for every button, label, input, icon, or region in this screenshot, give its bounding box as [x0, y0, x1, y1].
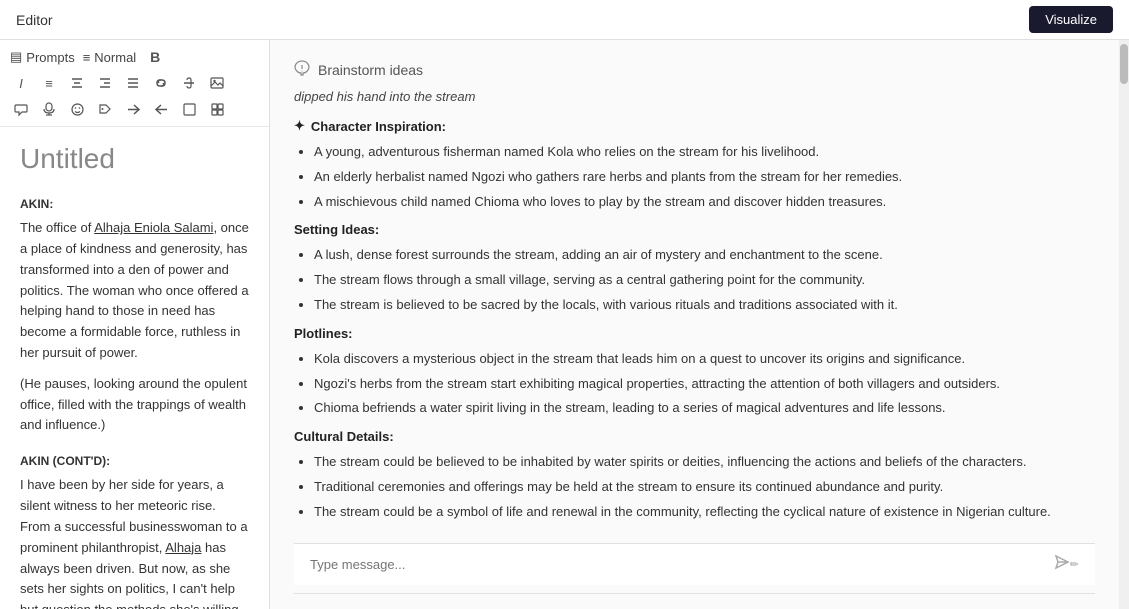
normal-style-icon: ≡	[83, 50, 91, 65]
setting-item-3: The stream is believed to be sacred by t…	[314, 295, 1095, 316]
message-input-container: ✏	[294, 543, 1095, 585]
editor-body[interactable]: AKIN: The office of Alhaja Eniola Salami…	[20, 195, 249, 609]
editor-toolbar: ▤ Prompts ≡ Normal B I ≡	[0, 40, 269, 127]
app-title: Editor	[16, 12, 53, 28]
align-left-button[interactable]: ≡	[38, 72, 60, 94]
setting-item-2: The stream flows through a small village…	[314, 270, 1095, 291]
visualize-button[interactable]: Visualize	[1029, 6, 1113, 33]
brainstorm-panel: Brainstorm ideas dipped his hand into th…	[270, 40, 1119, 609]
scene-section: Scene Descripton Scene — Alhaja Eniola S…	[294, 593, 1095, 609]
plotline-item-2: Ngozi's herbs from the stream start exhi…	[314, 374, 1095, 395]
brainstorm-context-text: dipped his hand into the stream	[294, 89, 1095, 104]
setting-subsection: Setting Ideas: A lush, dense forest surr…	[294, 222, 1095, 315]
plotlines-list: Kola discovers a mysterious object in th…	[294, 349, 1095, 419]
outer-scrollbar[interactable]	[1119, 40, 1129, 609]
cultural-item-2: Traditional ceremonies and offerings may…	[314, 477, 1095, 498]
editor-content-area[interactable]: Untitled AKIN: The office of Alhaja Enio…	[0, 127, 269, 609]
setting-subsection-title: Setting Ideas:	[294, 222, 1095, 237]
setting-list: A lush, dense forest surrounds the strea…	[294, 245, 1095, 315]
cultural-subsection-title: Cultural Details:	[294, 429, 1095, 444]
plotlines-subsection-title: Plotlines:	[294, 326, 1095, 341]
character-subsection-title: ✦ Character Inspiration:	[294, 118, 1095, 134]
align-center-button[interactable]	[66, 72, 88, 94]
speaker-akin: AKIN:	[20, 195, 249, 214]
image-button[interactable]	[206, 72, 228, 94]
character-list: A young, adventurous fisherman named Kol…	[294, 142, 1095, 212]
cultural-item-3: The stream could be a symbol of life and…	[314, 502, 1095, 523]
brainstorm-section-title: Brainstorm ideas	[318, 62, 423, 78]
app-header: Editor Visualize	[0, 0, 1129, 40]
plotline-item-1: Kola discovers a mysterious object in th…	[314, 349, 1095, 370]
paragraph-3: I have been by her side for years, a sil…	[20, 475, 249, 609]
strikethrough-button[interactable]	[178, 72, 200, 94]
justify-button[interactable]	[122, 72, 144, 94]
emoji-button[interactable]	[66, 98, 88, 120]
message-input[interactable]	[310, 557, 1054, 572]
star-icon: ✦	[294, 118, 305, 134]
brainstorm-icon	[294, 60, 310, 79]
tag-button[interactable]	[94, 98, 116, 120]
normal-style-dropdown[interactable]: ≡ Normal	[83, 50, 137, 65]
link-button[interactable]	[150, 72, 172, 94]
character-item-2: An elderly herbalist named Ngozi who gat…	[314, 167, 1095, 188]
send-button[interactable]	[1054, 554, 1070, 575]
outer-scrollbar-thumb[interactable]	[1120, 44, 1128, 84]
brainstorm-section-1: Brainstorm ideas dipped his hand into th…	[294, 60, 1095, 523]
setting-item-1: A lush, dense forest surrounds the strea…	[314, 245, 1095, 266]
speaker-akin-contd: AKIN (CONT'D):	[20, 452, 249, 471]
document-title[interactable]: Untitled	[20, 143, 249, 175]
box-button[interactable]	[178, 98, 200, 120]
paragraph-2: (He pauses, looking around the opulent o…	[20, 374, 249, 436]
grid-button[interactable]	[206, 98, 228, 120]
editor-panel: ▤ Prompts ≡ Normal B I ≡	[0, 40, 270, 609]
brainstorm-section-header: Brainstorm ideas	[294, 60, 1095, 79]
brainstorm-content-area: Brainstorm ideas dipped his hand into th…	[270, 40, 1119, 609]
comment-button[interactable]	[10, 98, 32, 120]
edit-icon: ✏	[1070, 558, 1079, 571]
character-item-1: A young, adventurous fisherman named Kol…	[314, 142, 1095, 163]
back-button[interactable]	[150, 98, 172, 120]
plotlines-subsection: Plotlines: Kola discovers a mysterious o…	[294, 326, 1095, 419]
prompts-button[interactable]: ▤ Prompts	[10, 49, 75, 65]
plotline-item-3: Chioma befriends a water spirit living i…	[314, 398, 1095, 419]
character-subsection: ✦ Character Inspiration: A young, advent…	[294, 118, 1095, 212]
prompts-icon: ▤	[10, 49, 22, 65]
cultural-item-1: The stream could be believed to be inhab…	[314, 452, 1095, 473]
align-right-button[interactable]	[94, 72, 116, 94]
bold-button[interactable]: B	[144, 46, 166, 68]
cultural-list: The stream could be believed to be inhab…	[294, 452, 1095, 522]
forward-button[interactable]	[122, 98, 144, 120]
italic-button[interactable]: I	[10, 72, 32, 94]
cultural-subsection: Cultural Details: The stream could be be…	[294, 429, 1095, 522]
paragraph-1: The office of Alhaja Eniola Salami, once…	[20, 218, 249, 364]
character-item-3: A mischievous child named Chioma who lov…	[314, 192, 1095, 213]
mic-button[interactable]	[38, 98, 60, 120]
